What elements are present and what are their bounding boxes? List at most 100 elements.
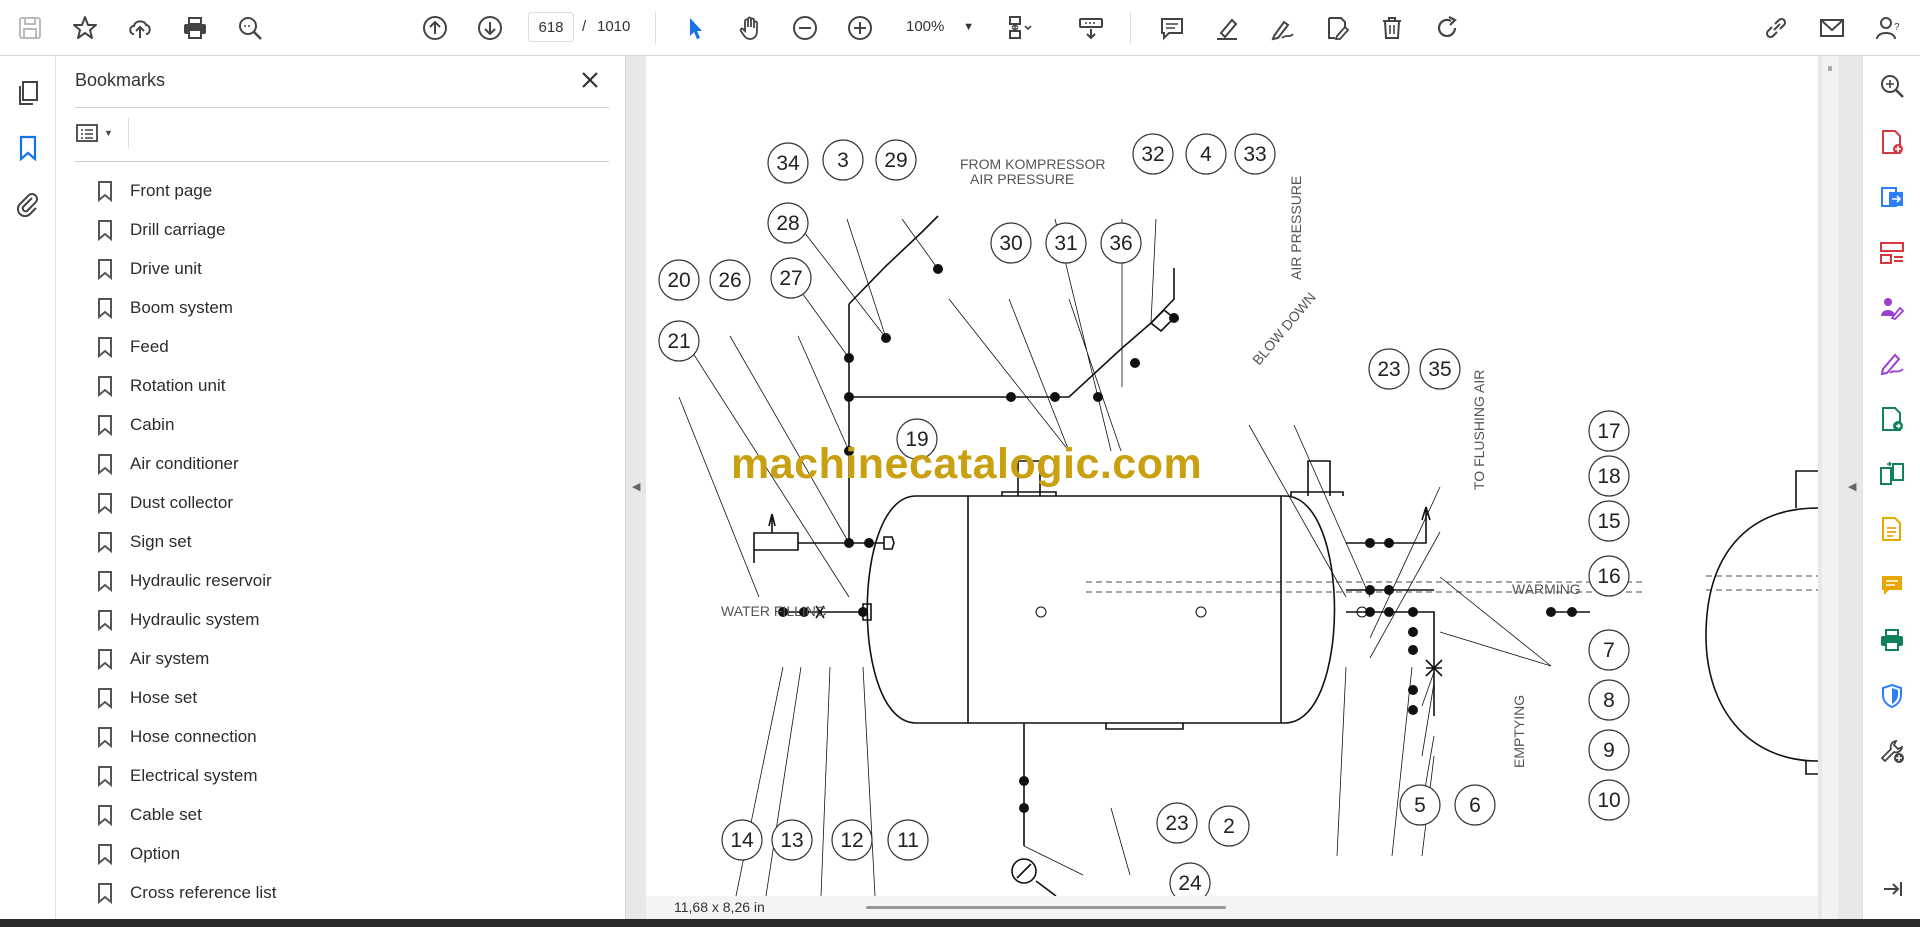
bookmark-label: Cable set <box>130 804 202 824</box>
page-number-input[interactable]: 618 <box>528 12 574 42</box>
email-icon[interactable] <box>1814 10 1850 46</box>
bookmark-item[interactable]: Drive unit <box>96 249 596 288</box>
print-production-icon[interactable] <box>1875 623 1909 657</box>
zoom-in-icon[interactable] <box>842 10 878 46</box>
upload-icon[interactable] <box>122 10 158 46</box>
right-tools-rail <box>1862 56 1920 919</box>
share-link-icon[interactable] <box>1758 10 1794 46</box>
bookmark-item[interactable]: Option <box>96 834 596 873</box>
bookmark-item[interactable]: Cable set <box>96 795 596 834</box>
bookmark-label: Hydraulic reservoir <box>130 570 272 590</box>
collapse-left-panel-icon[interactable]: ◀ <box>632 480 648 494</box>
vertical-scrollbar[interactable] <box>1822 56 1838 919</box>
callout-number: 24 <box>1178 872 1202 895</box>
print-icon[interactable] <box>177 10 213 46</box>
callout-20: 20 <box>658 259 700 301</box>
label-water-filling: WATER FILLING <box>721 603 827 619</box>
bookmark-item[interactable]: Rotation unit <box>96 366 596 405</box>
arrow-down-circle-icon[interactable] <box>472 10 508 46</box>
bookmark-icon <box>97 609 117 631</box>
bookmark-item[interactable]: Electrical system <box>96 756 596 795</box>
bookmark-item[interactable]: Air conditioner <box>96 444 596 483</box>
send-for-review-icon[interactable] <box>1875 402 1909 436</box>
cursor-icon[interactable] <box>677 10 713 46</box>
bookmark-icon[interactable] <box>10 130 46 166</box>
bookmark-item[interactable]: Hydraulic system <box>96 600 596 639</box>
page-size-label: 11,68 x 8,26 in <box>674 899 765 915</box>
delete-icon[interactable] <box>1374 10 1410 46</box>
bookmark-item[interactable]: Hose set <box>96 678 596 717</box>
protect-icon[interactable] <box>1875 679 1909 713</box>
callout-number: 23 <box>1377 358 1400 381</box>
scan-ocr-icon[interactable] <box>1875 512 1909 546</box>
draw-icon[interactable] <box>1264 10 1300 46</box>
bookmark-item[interactable]: Drill carriage <box>96 210 596 249</box>
save-icon[interactable] <box>12 10 48 46</box>
panel-title: Bookmarks <box>75 70 166 90</box>
scroll-mode-icon[interactable] <box>1073 10 1109 46</box>
bookmark-item[interactable]: Sign set <box>96 522 596 561</box>
zoom-search-icon[interactable] <box>1875 69 1909 103</box>
bookmark-item[interactable]: Boom system <box>96 288 596 327</box>
attachment-icon[interactable] <box>10 186 46 222</box>
callout-number: 32 <box>1141 143 1164 166</box>
zoom-select[interactable]: 100% ▼ <box>896 12 982 42</box>
request-signatures-icon[interactable] <box>1875 291 1909 325</box>
edit-text-icon[interactable] <box>1319 10 1355 46</box>
compare-files-icon[interactable] <box>1875 457 1909 491</box>
callout-number: 13 <box>780 829 803 852</box>
callout-18: 18 <box>1588 455 1630 497</box>
comment-tool-icon[interactable] <box>1875 568 1909 602</box>
find-icon[interactable] <box>232 10 268 46</box>
horizontal-scrollbar[interactable] <box>866 906 1226 909</box>
bookmark-options-button[interactable]: ▼ <box>75 118 123 148</box>
organize-pages-icon[interactable] <box>1875 236 1909 270</box>
document-view[interactable]: 34 3 29 28 20 26 27 21 32 4 33 30 31 36 23 35 19 17 18 15 16… <box>626 56 1862 919</box>
bookmark-label: Feed <box>130 336 169 356</box>
bookmark-icon <box>97 375 117 397</box>
zoom-out-icon[interactable] <box>787 10 823 46</box>
zoom-value: 100% <box>906 18 945 35</box>
bookmark-item[interactable]: Cabin <box>96 405 596 444</box>
divider <box>75 161 609 162</box>
bookmark-item[interactable]: Feed <box>96 327 596 366</box>
callout-number: 11 <box>897 829 919 852</box>
bookmark-item[interactable]: Hydraulic reservoir <box>96 561 596 600</box>
comment-icon[interactable] <box>1154 10 1190 46</box>
scrollbar-thumb[interactable] <box>1828 66 1832 71</box>
bookmark-item[interactable]: Cross reference list <box>96 873 596 912</box>
bookmark-item[interactable]: Hose connection <box>96 717 596 756</box>
collapse-right-panel-icon[interactable]: ◀ <box>1848 480 1856 493</box>
svg-text:?: ? <box>1894 22 1900 33</box>
bookmark-item[interactable]: Dust collector <box>96 483 596 522</box>
hand-icon[interactable] <box>732 10 768 46</box>
more-tools-icon[interactable] <box>1875 734 1909 768</box>
pages-icon[interactable] <box>10 75 46 111</box>
highlight-icon[interactable] <box>1209 10 1245 46</box>
expand-panel-icon[interactable] <box>1875 872 1909 906</box>
export-pdf-icon[interactable] <box>1875 180 1909 214</box>
callout-3: 3 <box>822 139 864 181</box>
rotate-icon[interactable] <box>1429 10 1465 46</box>
bookmark-icon <box>97 570 117 592</box>
star-icon[interactable] <box>67 10 103 46</box>
bookmark-label: Drive unit <box>130 258 202 278</box>
fill-sign-icon[interactable] <box>1875 346 1909 380</box>
divider <box>1130 12 1131 44</box>
close-icon[interactable] <box>576 66 604 94</box>
bookmark-icon <box>97 765 117 787</box>
divider <box>75 107 609 108</box>
arrow-up-circle-icon[interactable] <box>417 10 453 46</box>
bookmark-label: Boom system <box>130 297 233 317</box>
label-emptying: EMPTYING <box>1511 695 1527 768</box>
bookmark-item[interactable]: Front page <box>96 171 596 210</box>
callout-number: 28 <box>776 212 799 235</box>
bookmark-item[interactable]: Air system <box>96 639 596 678</box>
user-help-icon[interactable]: ? <box>1870 10 1906 46</box>
callout-number: 7 <box>1603 639 1615 662</box>
create-pdf-icon[interactable] <box>1875 125 1909 159</box>
callout-number: 14 <box>730 829 754 852</box>
page-fit-icon[interactable] <box>1002 10 1038 46</box>
callout-24: 24 <box>1169 862 1211 896</box>
callout-number: 29 <box>884 149 907 172</box>
